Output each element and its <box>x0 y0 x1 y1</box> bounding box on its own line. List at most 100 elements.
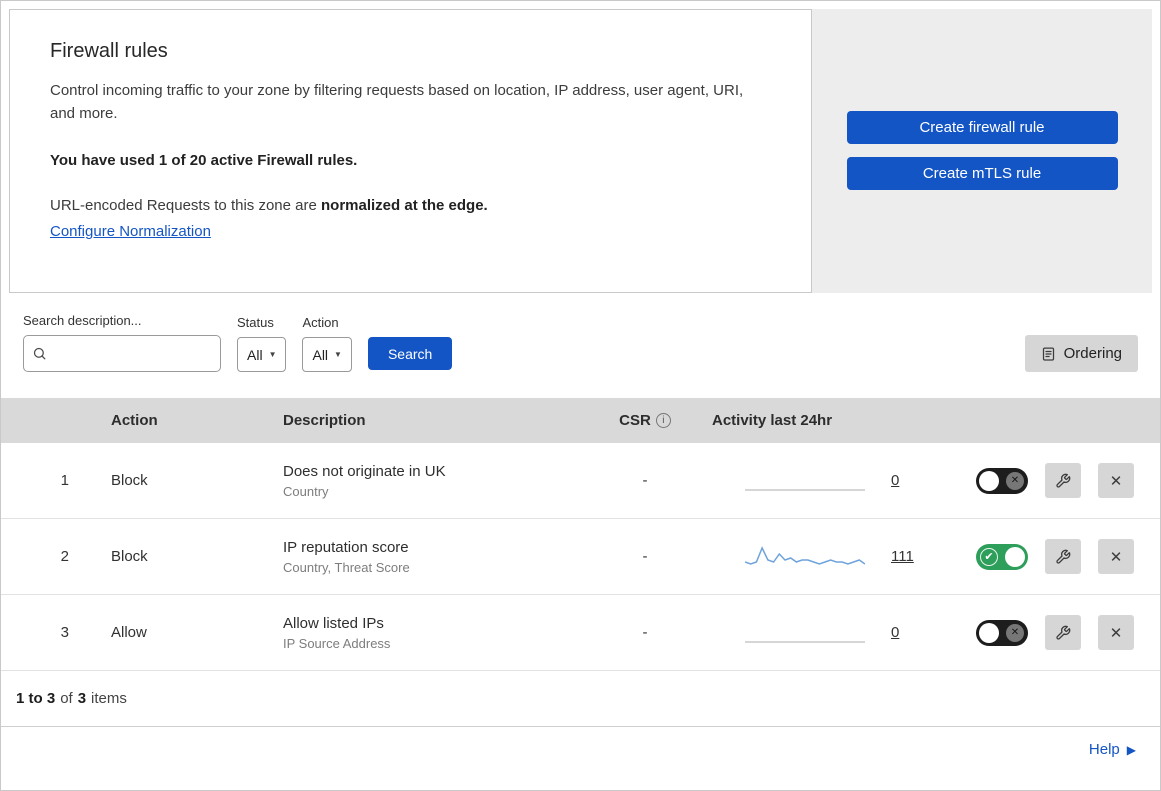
normalization-prefix: URL-encoded Requests to this zone are <box>50 196 321 214</box>
rule-description-cell: Allow listed IPs IP Source Address <box>263 615 590 651</box>
rule-description-cell: IP reputation score Country, Threat Scor… <box>263 539 590 575</box>
status-dropdown[interactable]: All ▼ <box>237 337 287 372</box>
rule-criteria: IP Source Address <box>283 635 391 651</box>
items-of-label: of <box>60 690 73 707</box>
action-panel: Create firewall rule Create mTLS rule <box>812 9 1152 293</box>
page-title: Firewall rules <box>50 40 168 62</box>
header-activity: Activity last 24hr <box>712 412 833 429</box>
configure-normalization-link[interactable]: Configure Normalization <box>50 223 211 240</box>
rule-csr-value: - <box>642 548 648 565</box>
chevron-down-icon: ▼ <box>268 350 277 359</box>
search-label: Search description... <box>23 313 142 328</box>
close-icon: ✕ <box>1109 472 1123 490</box>
close-icon: ✕ <box>1109 548 1123 566</box>
activity-sparkline <box>745 545 865 565</box>
toggle-knob <box>979 470 999 491</box>
rule-csr-value: - <box>642 624 648 641</box>
action-dropdown[interactable]: All ▼ <box>302 337 352 372</box>
edit-rule-button[interactable] <box>1045 539 1081 574</box>
ordering-button[interactable]: Ordering <box>1024 335 1138 372</box>
check-icon: ✔ <box>980 547 998 566</box>
items-total: 3 <box>77 690 87 707</box>
rule-action: Allow <box>111 624 147 641</box>
intro-card: Firewall rules Control incoming traffic … <box>9 9 812 293</box>
rule-enable-toggle[interactable]: ✔ ✕ <box>976 543 1028 570</box>
toggle-knob <box>979 622 999 643</box>
create-firewall-rule-button[interactable]: Create firewall rule <box>846 111 1118 144</box>
x-icon: ✕ <box>1006 623 1024 642</box>
ordering-button-label: Ordering <box>1063 345 1122 362</box>
action-dropdown-value: All <box>312 346 329 363</box>
delete-rule-button[interactable]: ✕ <box>1098 615 1134 650</box>
search-group: Search description... <box>23 313 221 372</box>
rule-activity-cell: 0 <box>700 618 970 648</box>
create-mtls-rule-button[interactable]: Create mTLS rule <box>846 157 1118 190</box>
rule-description: Does not originate in UK <box>283 462 446 480</box>
items-label: items <box>91 690 127 707</box>
wrench-icon <box>1056 625 1071 640</box>
firewall-rules-page: Firewall rules Control incoming traffic … <box>0 0 1161 791</box>
rule-description: Allow listed IPs <box>283 614 384 632</box>
table-row: 2 Block IP reputation score Country, Thr… <box>1 519 1160 595</box>
delete-rule-button[interactable]: ✕ <box>1098 539 1134 574</box>
activity-sparkline <box>745 640 865 643</box>
activity-count-link[interactable]: 0 <box>891 624 899 641</box>
activity-count-link[interactable]: 111 <box>891 548 914 565</box>
rule-enable-toggle[interactable]: ✔ ✕ <box>976 619 1028 646</box>
close-icon: ✕ <box>1109 624 1123 642</box>
chevron-down-icon: ▼ <box>334 350 342 359</box>
header-csr: CSR i <box>590 412 700 429</box>
rule-description: IP reputation score <box>283 538 409 556</box>
rule-action: Block <box>111 472 148 489</box>
activity-sparkline <box>745 488 865 491</box>
rule-priority: 1 <box>60 472 69 489</box>
search-box <box>23 335 221 372</box>
help-label: Help <box>1088 741 1120 758</box>
normalization-bold: normalized at the edge. <box>321 196 488 214</box>
edit-rule-button[interactable] <box>1045 463 1081 498</box>
table-row: 3 Allow Allow listed IPs IP Source Addre… <box>1 595 1160 671</box>
wrench-icon <box>1056 549 1071 564</box>
filter-bar: Search description... Status All ▼ Action… <box>1 293 1160 398</box>
x-icon: ✕ <box>1006 471 1024 490</box>
page-description: Control incoming traffic to your zone by… <box>50 82 744 123</box>
ordering-list-icon <box>1042 346 1054 361</box>
rule-enable-toggle[interactable]: ✔ ✕ <box>976 467 1028 494</box>
rule-priority: 2 <box>60 548 69 565</box>
arrow-right-icon: ▶ <box>1126 742 1136 757</box>
search-icon <box>33 347 46 360</box>
pagination-summary: 1 to 3 of 3 items <box>1 671 1160 726</box>
search-button[interactable]: Search <box>367 337 453 370</box>
header-action: Action <box>111 412 158 429</box>
normalization-text: URL-encoded Requests to this zone are no… <box>50 197 771 214</box>
status-filter-group: Status All ▼ <box>237 315 287 372</box>
wrench-icon <box>1056 473 1071 488</box>
top-section: Firewall rules Control incoming traffic … <box>1 1 1160 293</box>
status-dropdown-value: All <box>247 346 263 363</box>
rule-csr-value: - <box>642 472 648 489</box>
rule-action: Block <box>111 548 148 565</box>
activity-count-link[interactable]: 0 <box>891 472 899 489</box>
usage-summary: You have used 1 of 20 active Firewall ru… <box>50 151 358 169</box>
rule-priority: 3 <box>60 624 69 641</box>
table-header: Action Description CSR i Activity last 24… <box>1 398 1160 443</box>
items-range: 1 to 3 <box>16 690 56 707</box>
table-row: 1 Block Does not originate in UK Country… <box>1 443 1160 519</box>
edit-rule-button[interactable] <box>1045 615 1081 650</box>
rule-controls: ✔ ✕ ✕ <box>970 539 1160 574</box>
action-filter-group: Action All ▼ <box>302 315 352 372</box>
rule-activity-cell: 111 <box>700 542 970 572</box>
rule-criteria: Country, Threat Score <box>283 559 410 575</box>
rule-criteria: Country <box>283 483 329 499</box>
rule-description-cell: Does not originate in UK Country <box>263 463 590 499</box>
search-input[interactable] <box>53 345 212 362</box>
rule-controls: ✔ ✕ ✕ <box>970 463 1160 498</box>
action-label: Action <box>302 315 339 330</box>
help-bar: Help ▶ <box>1 726 1160 772</box>
toggle-knob <box>1005 546 1025 567</box>
info-icon[interactable]: i <box>655 413 671 428</box>
help-link[interactable]: Help ▶ <box>1089 741 1136 758</box>
header-description: Description <box>283 412 366 429</box>
status-label: Status <box>237 315 274 330</box>
delete-rule-button[interactable]: ✕ <box>1098 463 1134 498</box>
